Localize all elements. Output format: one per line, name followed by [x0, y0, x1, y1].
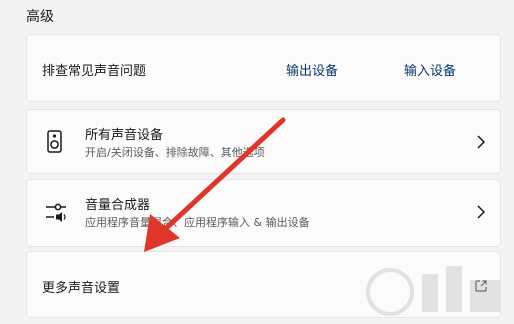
chevron-right-icon: [476, 204, 486, 220]
all-sound-devices-subtitle: 开启/关闭设备、排除故障、其他选项: [85, 146, 265, 159]
all-sound-devices-row[interactable]: 所有声音设备 开启/关闭设备、排除故障、其他选项: [26, 109, 501, 174]
volume-mixer-row[interactable]: 音量合成器 应用程序音量混合、应用程序输入 & 输出设备: [26, 179, 501, 247]
input-devices-link[interactable]: 输入设备: [404, 60, 456, 79]
section-title: 高级: [26, 9, 54, 25]
volume-mixer-title: 音量合成器: [85, 198, 151, 213]
chevron-right-icon: [476, 134, 486, 150]
troubleshoot-label: 排查常见声音问题: [42, 64, 147, 79]
mixer-icon: [44, 200, 66, 224]
speaker-icon: [44, 130, 66, 154]
all-sound-devices-title: 所有声音设备: [85, 128, 164, 143]
watermark-graphic: [366, 266, 500, 316]
sound-settings-page: 高级 排查常见声音问题 输出设备 输入设备 所有声音设备 开启/关闭设备、排除故…: [0, 0, 514, 324]
output-devices-link[interactable]: 输出设备: [286, 60, 338, 79]
troubleshoot-card: 排查常见声音问题 输出设备 输入设备: [26, 34, 501, 102]
more-sound-settings-label: 更多声音设置: [42, 281, 121, 296]
volume-mixer-subtitle: 应用程序音量混合、应用程序输入 & 输出设备: [85, 216, 310, 229]
